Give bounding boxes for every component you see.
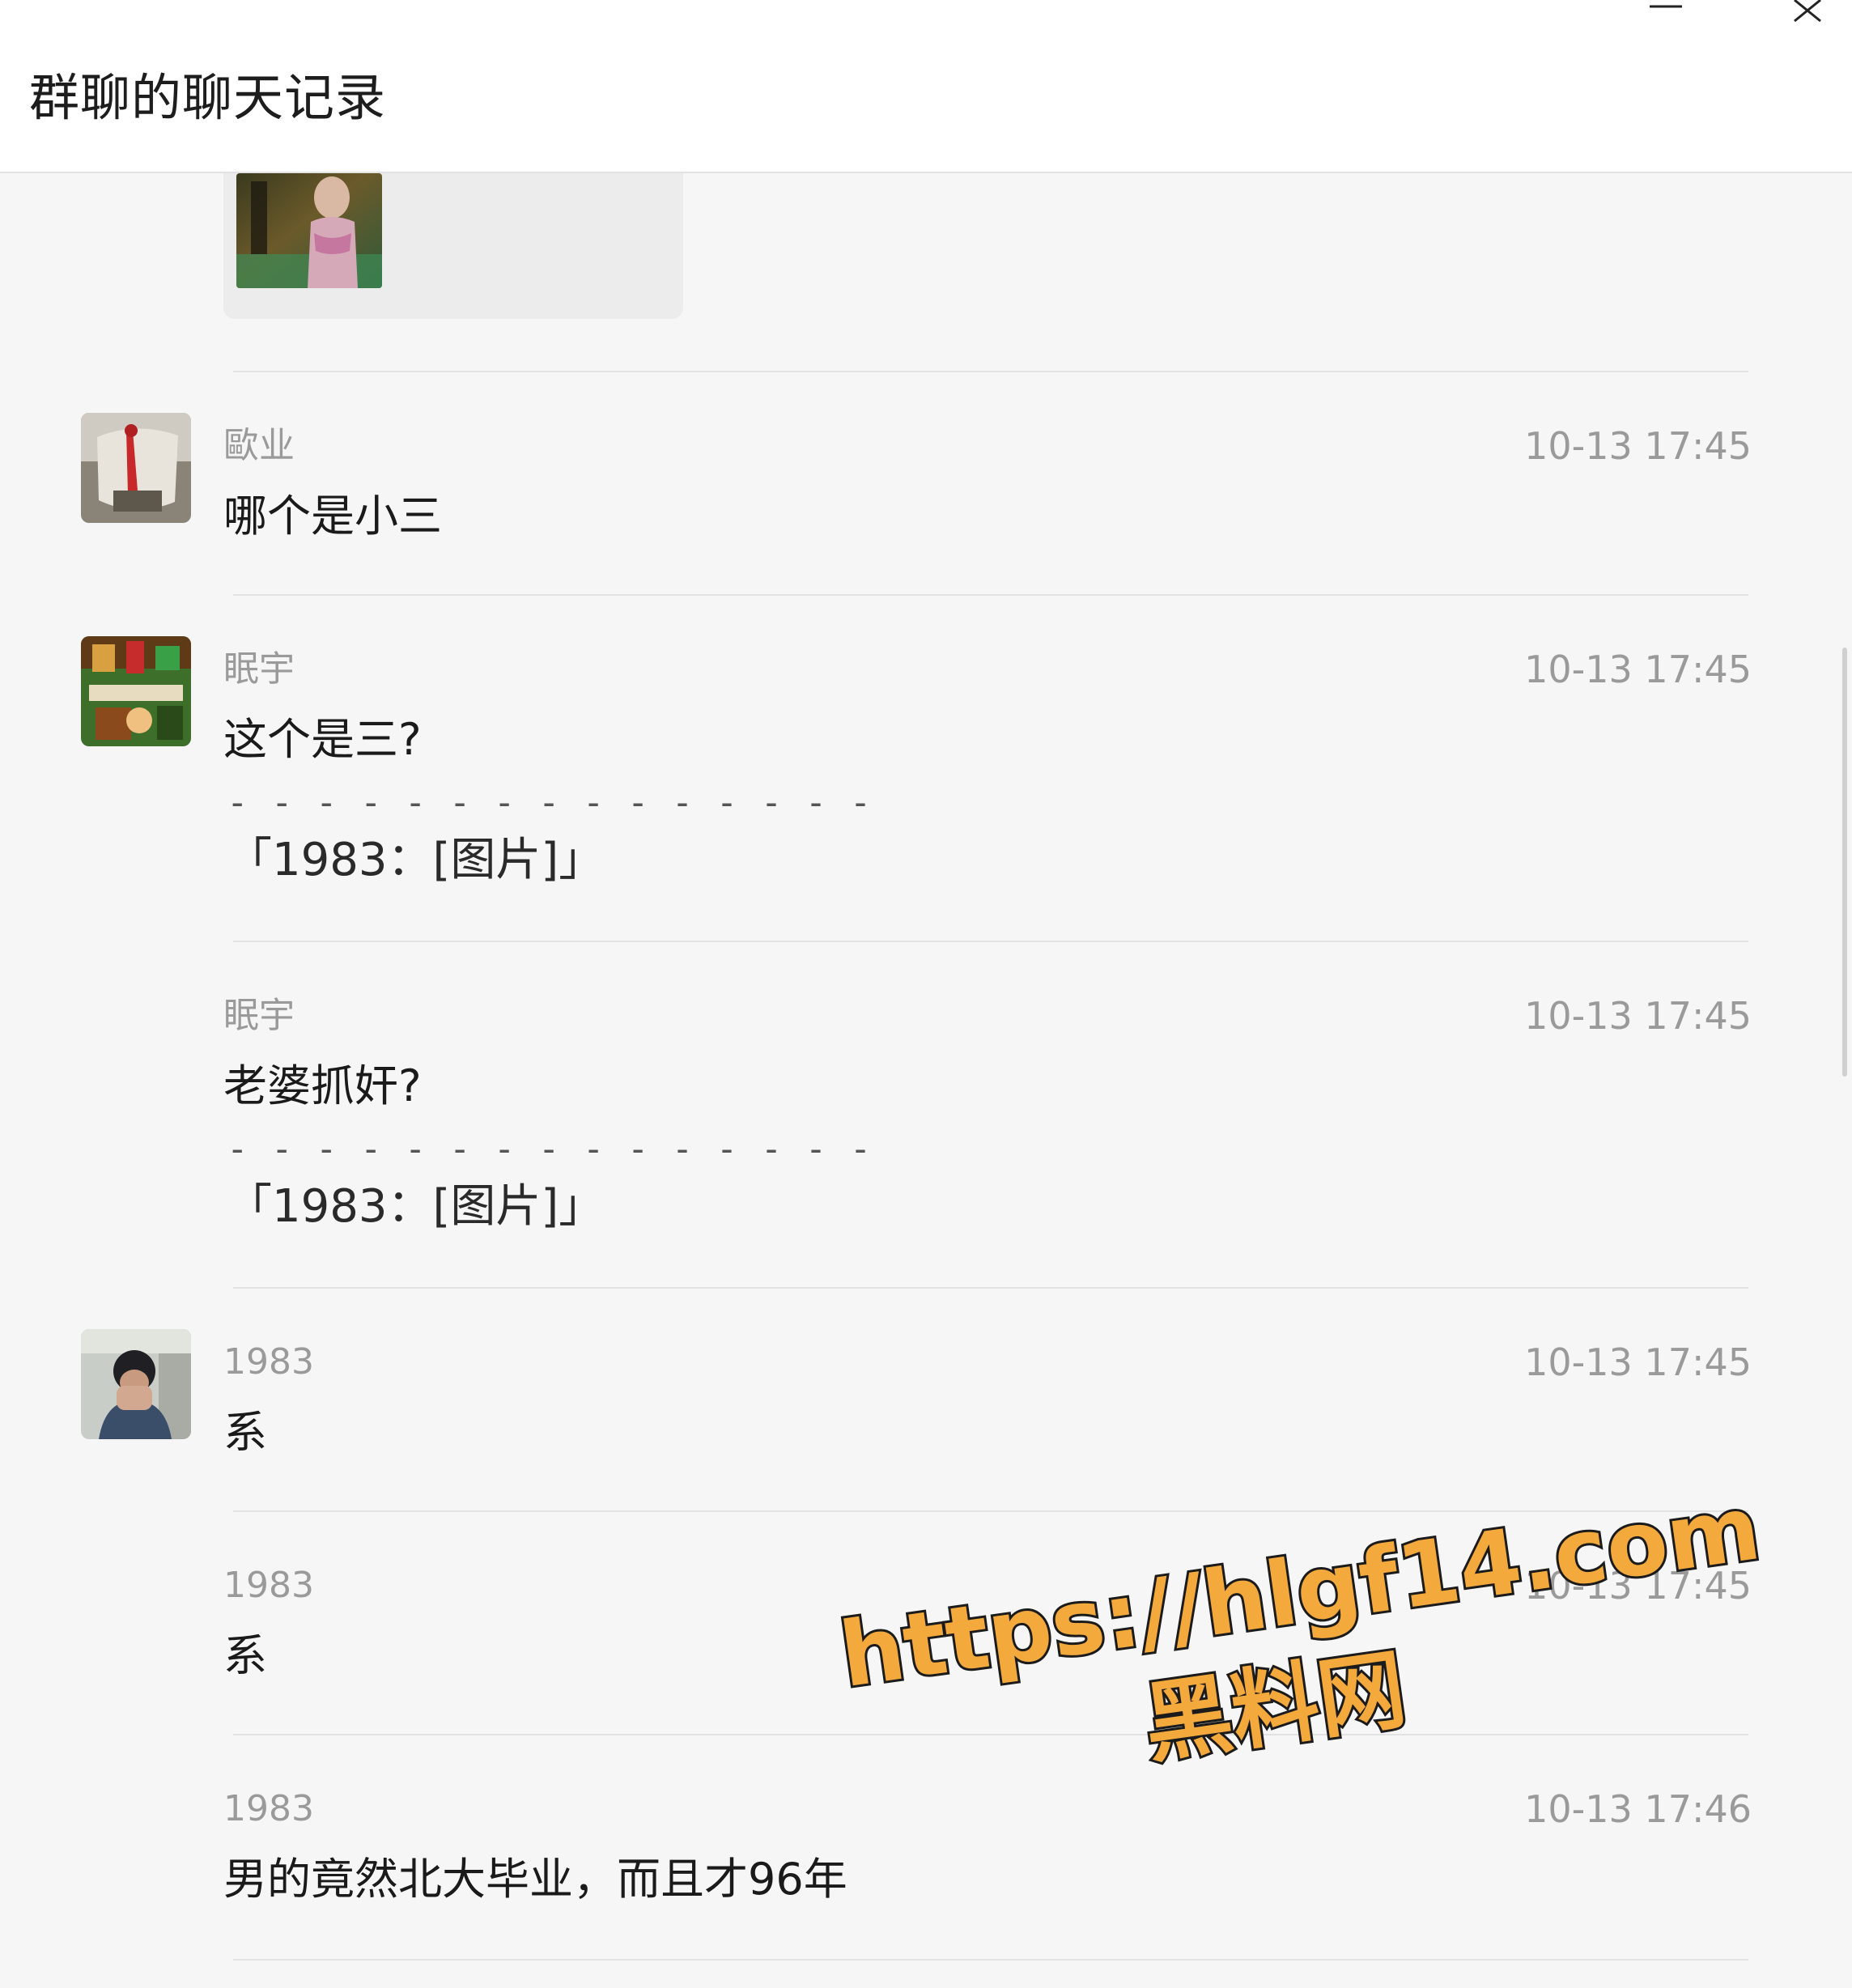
message-time: 10-13 17:45 (1524, 1340, 1752, 1384)
message-time: 10-13 17:46 (1524, 1787, 1752, 1831)
quoted-reply[interactable]: 「1983：[图片]」 (227, 1180, 604, 1234)
avatar[interactable] (81, 636, 191, 746)
close-button[interactable] (1777, 0, 1841, 32)
message-time: 10-13 17:45 (1524, 994, 1752, 1038)
window-title: 群聊的聊天记录 (29, 68, 387, 127)
sender-name: 眠宇 (223, 648, 295, 690)
message-divider (233, 1510, 1748, 1512)
image-message-bubble[interactable] (223, 173, 683, 319)
message-text: 系 (223, 1630, 267, 1681)
window-header: 群聊的聊天记录 (0, 0, 1852, 173)
sender-name: 眠宇 (223, 995, 295, 1036)
message-divider (233, 1959, 1748, 1960)
message-time: 10-13 17:45 (1524, 424, 1752, 468)
sender-name: 1983 (223, 1788, 314, 1829)
message-divider (233, 371, 1748, 372)
sender-name: 1983 (223, 1341, 314, 1383)
message-text: 哪个是小三 (223, 491, 442, 542)
quote-separator: - - - - - - - - - - - - - - - (227, 1128, 873, 1170)
minimize-icon (1650, 5, 1682, 8)
close-icon (1794, 0, 1821, 23)
image-thumbnail[interactable] (236, 173, 382, 288)
message-divider (233, 594, 1748, 596)
message-text: 男的竟然北大毕业，而且才96年 (223, 1854, 847, 1905)
message-divider (233, 1734, 1748, 1735)
chat-history-list[interactable]: 歐业 10-13 17:45 哪个是小三 眠宇 10-13 17:45 这个是三… (0, 173, 1837, 1988)
message-time: 10-13 17:45 (1524, 648, 1752, 691)
message-text: 老婆抓奸? (223, 1060, 422, 1111)
sender-name: 歐业 (223, 425, 295, 466)
quote-separator: - - - - - - - - - - - - - - - (227, 782, 873, 823)
message-text: 系 (223, 1407, 267, 1458)
avatar[interactable] (81, 413, 191, 523)
sender-name: 1983 (223, 1565, 314, 1606)
minimize-button[interactable] (1633, 0, 1698, 32)
scrollbar[interactable] (1842, 648, 1847, 1077)
message-divider (233, 941, 1748, 942)
quoted-reply[interactable]: 「1983：[图片]」 (227, 834, 604, 887)
message-text: 这个是三? (223, 714, 422, 765)
message-divider (233, 1287, 1748, 1289)
message-time: 10-13 17:45 (1524, 1564, 1752, 1608)
avatar[interactable] (81, 1329, 191, 1439)
